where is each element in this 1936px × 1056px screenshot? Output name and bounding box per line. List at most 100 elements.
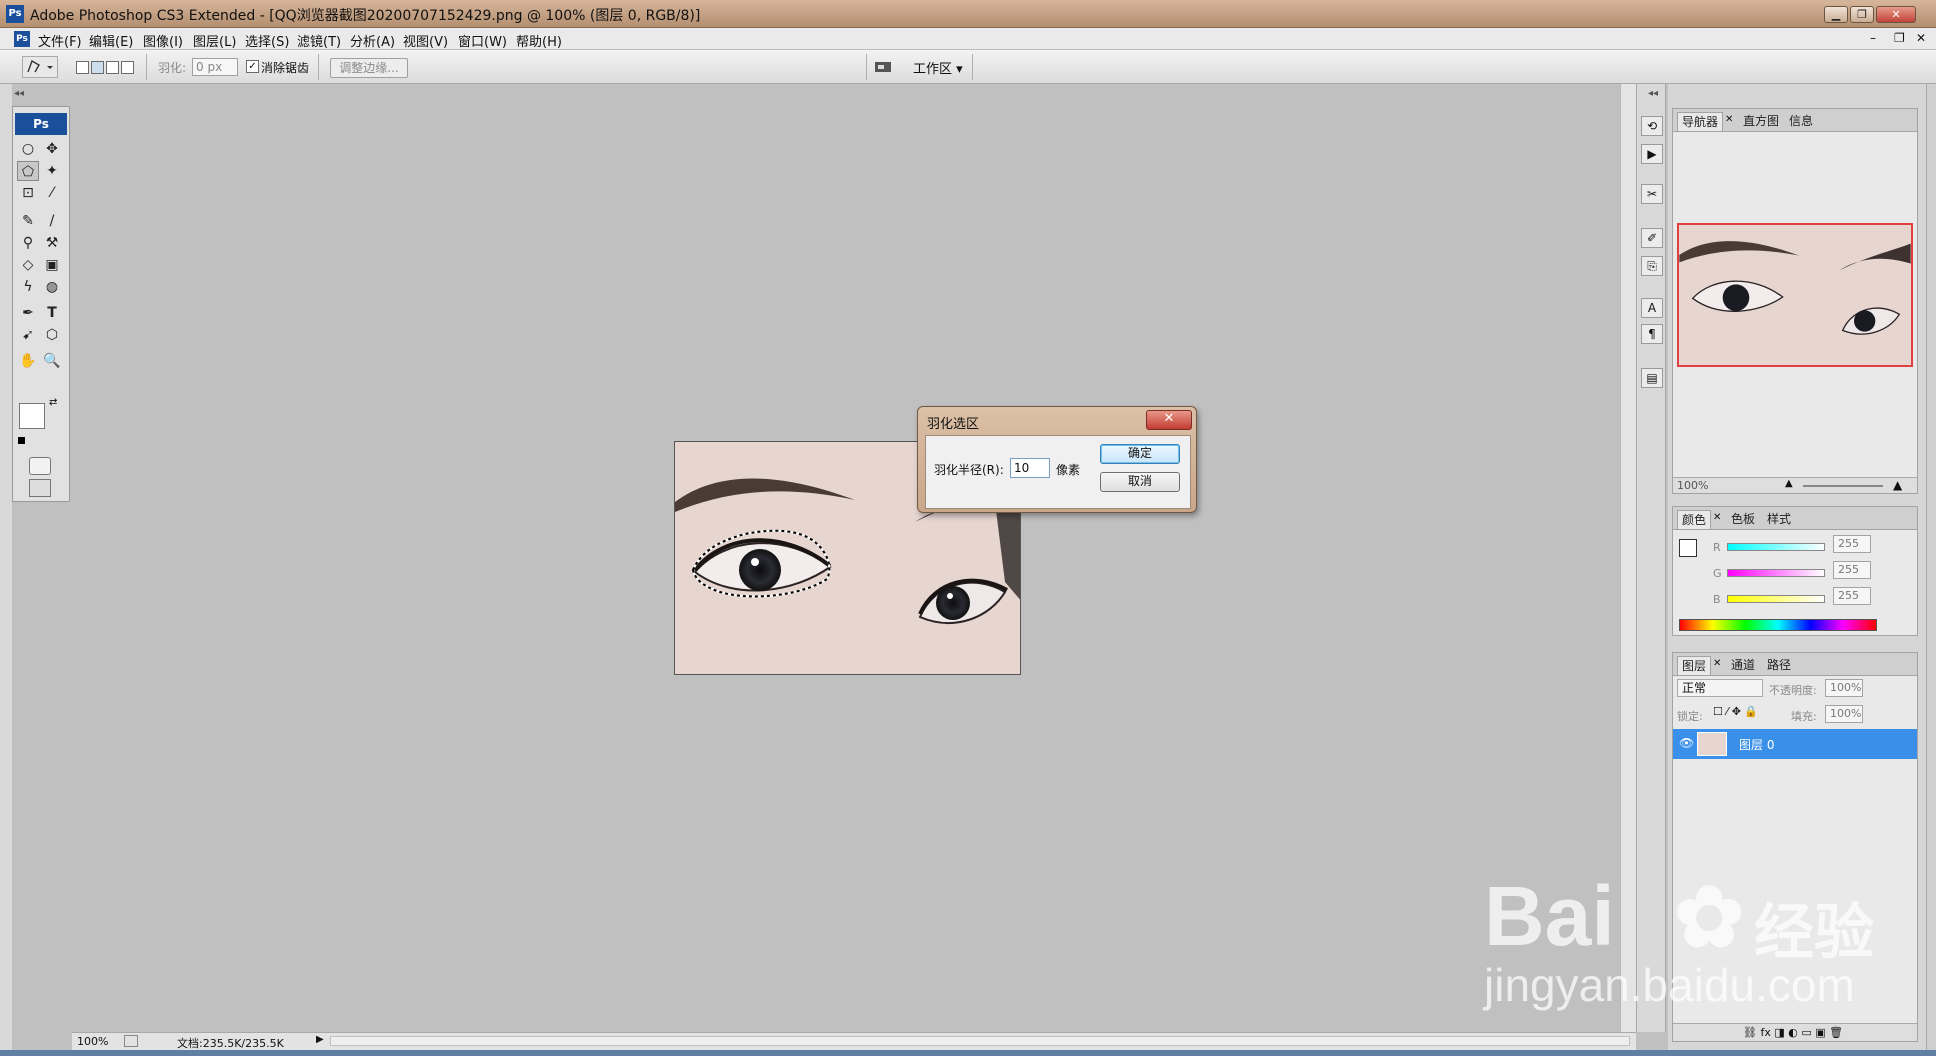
screen-mode-icon[interactable] xyxy=(29,479,51,497)
menu-image[interactable]: 图像(I) xyxy=(143,31,183,50)
palette-well-icon[interactable] xyxy=(873,59,893,75)
layer-actions-icons[interactable]: ⛓ fx ◨ ◐ ▭ ▣ 🗑 xyxy=(1743,1026,1843,1039)
eye-icon[interactable]: 👁 xyxy=(1679,736,1694,750)
add-selection-icon[interactable] xyxy=(91,61,104,74)
shape-tool-icon[interactable]: ⬡ xyxy=(41,325,63,345)
vertical-scrollbar[interactable] xyxy=(1620,84,1636,1032)
intersect-selection-icon[interactable] xyxy=(121,61,134,74)
menu-select[interactable]: 选择(S) xyxy=(245,31,289,50)
brush-tool-icon[interactable]: / xyxy=(41,211,63,231)
subtract-selection-icon[interactable] xyxy=(106,61,119,74)
feather-radius-input[interactable]: 10 xyxy=(1010,458,1050,478)
tab-channels[interactable]: 通道 xyxy=(1727,656,1759,674)
foreground-color-swatch[interactable] xyxy=(19,403,45,429)
menu-layer[interactable]: 图层(L) xyxy=(193,31,236,50)
menu-view[interactable]: 视图(V) xyxy=(403,31,448,50)
polygonal-lasso-tool-icon[interactable]: ⬠ xyxy=(17,161,39,181)
dodge-tool-icon[interactable]: ◍ xyxy=(41,277,63,297)
history-brush-icon[interactable]: ⚒ xyxy=(41,233,63,253)
menu-filter[interactable]: 滤镜(T) xyxy=(297,31,341,50)
zoom-level[interactable]: 100% xyxy=(77,1035,108,1048)
navigator-zoom-value[interactable]: 100% xyxy=(1677,479,1708,492)
hand-tool-icon[interactable]: ✋ xyxy=(17,351,39,371)
horizontal-scrollbar[interactable] xyxy=(330,1036,1630,1046)
gradient-tool-icon[interactable]: ▣ xyxy=(41,255,63,275)
type-tool-icon[interactable]: T xyxy=(41,303,63,323)
doc-close-button[interactable]: ✕ xyxy=(1916,31,1926,45)
new-selection-icon[interactable] xyxy=(76,61,89,74)
slice-tool-icon[interactable]: ⁄ xyxy=(41,183,63,203)
clone-source-icon[interactable]: ⎘ xyxy=(1641,256,1663,276)
brushes-panel-icon[interactable]: ✐ xyxy=(1641,228,1663,248)
tab-close-icon[interactable]: ✕ xyxy=(1713,658,1721,669)
actions-panel-icon[interactable]: ▶ xyxy=(1641,144,1663,164)
zoom-tool-icon[interactable]: 🔍 xyxy=(41,351,63,371)
status-arrow-icon[interactable]: ▶ xyxy=(316,1034,324,1045)
path-selection-icon[interactable]: ➹ xyxy=(17,325,39,345)
fg-color-chip[interactable] xyxy=(1679,539,1697,557)
move-tool-icon[interactable]: ✥ xyxy=(41,139,63,159)
tab-swatches[interactable]: 色板 xyxy=(1727,510,1759,528)
paragraph-panel-icon[interactable]: ¶ xyxy=(1641,324,1663,344)
tab-paths[interactable]: 路径 xyxy=(1763,656,1795,674)
close-button[interactable]: ✕ xyxy=(1876,6,1916,23)
color-spectrum-bar[interactable] xyxy=(1679,619,1877,631)
collapse-toolbox-icon[interactable]: ◂◂ xyxy=(14,88,24,99)
tool-preset-picker[interactable] xyxy=(22,56,58,78)
restore-button[interactable]: ❐ xyxy=(1850,6,1874,23)
pen-tool-icon[interactable]: ✒ xyxy=(17,303,39,323)
character-panel-icon[interactable]: A xyxy=(1641,298,1663,318)
blend-mode-select[interactable]: 正常 xyxy=(1677,679,1763,697)
menu-edit[interactable]: 编辑(E) xyxy=(89,31,133,50)
g-value[interactable]: 255 xyxy=(1833,561,1871,579)
b-value[interactable]: 255 xyxy=(1833,587,1871,605)
status-menu-icon[interactable] xyxy=(124,1035,138,1047)
zoom-slider[interactable] xyxy=(1803,485,1883,487)
magic-wand-icon[interactable]: ✦ xyxy=(41,161,63,181)
layer-name[interactable]: 图层 0 xyxy=(1739,736,1774,753)
tab-info[interactable]: 信息 xyxy=(1785,112,1817,130)
collapse-dock-icon[interactable]: ◂◂ xyxy=(1648,88,1658,99)
clone-stamp-icon[interactable]: ⚲ xyxy=(17,233,39,253)
blur-tool-icon[interactable]: ϟ xyxy=(17,277,39,297)
crop-tool-icon[interactable]: ⊡ xyxy=(17,183,39,203)
minimize-button[interactable]: ▁ xyxy=(1824,6,1848,23)
elliptical-marquee-icon[interactable]: ○ xyxy=(17,139,39,159)
default-colors-icon[interactable] xyxy=(18,437,25,444)
tab-navigator[interactable]: 导航器 xyxy=(1677,112,1724,131)
r-value[interactable]: 255 xyxy=(1833,535,1871,553)
zoom-out-icon[interactable]: ▲ xyxy=(1785,478,1793,489)
dialog-close-button[interactable]: ✕ xyxy=(1146,410,1192,430)
lock-icons[interactable]: ☐ ⁄ ✥ 🔒 xyxy=(1713,705,1758,718)
refine-edge-button[interactable]: 调整边缘... xyxy=(330,58,408,78)
doc-minimize-button[interactable]: – xyxy=(1870,31,1876,45)
antialias-checkbox[interactable]: ✓ xyxy=(246,60,259,73)
healing-brush-icon[interactable]: ✎ xyxy=(17,211,39,231)
tool-presets-icon[interactable]: ✂ xyxy=(1641,184,1663,204)
tab-color[interactable]: 颜色 xyxy=(1677,510,1712,529)
tab-histogram[interactable]: 直方图 xyxy=(1739,112,1783,130)
menu-window[interactable]: 窗口(W) xyxy=(458,31,507,50)
fill-value[interactable]: 100% xyxy=(1825,705,1863,723)
workspace-menu[interactable]: 工作区 ▾ xyxy=(913,58,963,77)
layer-row[interactable]: 👁 图层 0 xyxy=(1673,729,1917,759)
eraser-tool-icon[interactable]: ◇ xyxy=(17,255,39,275)
g-slider[interactable] xyxy=(1727,569,1825,577)
history-panel-icon[interactable]: ⟲ xyxy=(1641,116,1663,136)
tab-close-icon[interactable]: ✕ xyxy=(1713,512,1721,523)
ok-button[interactable]: 确定 xyxy=(1100,444,1180,464)
feather-input[interactable]: 0 px xyxy=(192,58,238,76)
b-slider[interactable] xyxy=(1727,595,1825,603)
r-slider[interactable] xyxy=(1727,543,1825,551)
menu-analysis[interactable]: 分析(A) xyxy=(350,31,395,50)
doc-restore-button[interactable]: ❐ xyxy=(1894,31,1905,45)
opacity-value[interactable]: 100% xyxy=(1825,679,1863,697)
menu-help[interactable]: 帮助(H) xyxy=(516,31,562,50)
layer-comps-icon[interactable]: ▤ xyxy=(1641,368,1663,388)
tab-layers[interactable]: 图层 xyxy=(1677,656,1712,675)
menu-file[interactable]: 文件(F) xyxy=(38,31,82,50)
quick-mask-icon[interactable] xyxy=(29,457,51,475)
tab-styles[interactable]: 样式 xyxy=(1763,510,1795,528)
swap-colors-icon[interactable]: ⇄ xyxy=(49,397,57,408)
tab-close-icon[interactable]: ✕ xyxy=(1725,114,1733,125)
